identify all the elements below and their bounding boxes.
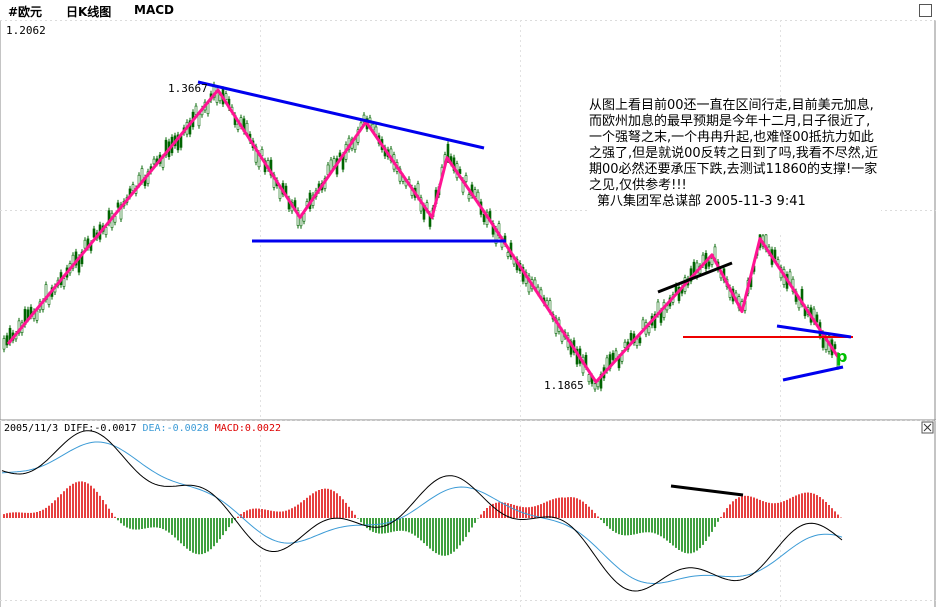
candle-body (152, 158, 156, 165)
candle-body (62, 278, 66, 287)
position-marker: p (836, 347, 847, 366)
macd-date: 2005/11/3 (4, 423, 59, 434)
diff-value: DIFF:-0.0017 (64, 423, 137, 434)
candle-body (92, 228, 96, 238)
candle-body (611, 352, 615, 360)
macd-value: MACD:0.0022 (214, 423, 281, 434)
price-chart: 1.2062 1.3667 1.1865 p (0, 20, 936, 607)
candle-body (2, 338, 6, 350)
candle-body (638, 337, 642, 344)
high-price-label: 1.3667 (168, 82, 208, 95)
candle-body (35, 310, 39, 321)
top-price-label: 1.2062 (6, 24, 46, 37)
dea-value: DEA:-0.0028 (142, 423, 209, 434)
macd-header: 2005/11/3 DIFF:-0.0017 DEA:-0.0028 MACD:… (4, 423, 281, 434)
candle-body (707, 261, 711, 267)
candle-body (593, 383, 597, 390)
candle-body (464, 175, 468, 182)
analysis-note: 从图上看目前00还一直在区间行走,目前美元加息,而欧州加息的最早预期是今年十二月… (589, 98, 881, 234)
candle-body (116, 202, 120, 208)
candle-body (629, 332, 633, 341)
candle-body (647, 326, 651, 334)
candle-body (623, 341, 627, 348)
analysis-text: 从图上看目前00还一直在区间行走,目前美元加息,而欧州加息的最早预期是今年十二月… (589, 98, 878, 193)
candle-body (506, 252, 510, 257)
candle-body (587, 374, 591, 382)
analysis-signature: 第八集团军总谋部 2005-11-3 9:41 (597, 194, 806, 209)
candle-body (467, 194, 471, 200)
candle-body (194, 105, 198, 115)
candle-body (815, 314, 819, 323)
candle-body (83, 239, 87, 249)
low-price-label: 1.1865 (544, 379, 584, 392)
